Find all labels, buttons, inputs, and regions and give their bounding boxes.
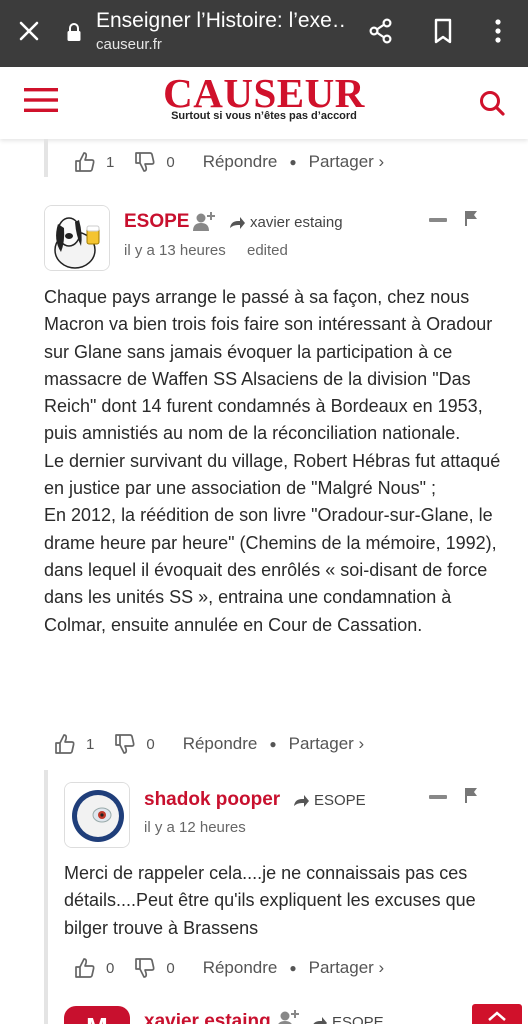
bookmark-icon[interactable] <box>428 16 458 46</box>
more-menu-icon[interactable] <box>483 16 513 46</box>
thread-line <box>44 139 48 177</box>
share-button[interactable]: Partager › <box>309 152 385 172</box>
avatar[interactable] <box>44 205 110 271</box>
flag-icon[interactable] <box>464 210 478 226</box>
dislike-count: 0 <box>166 153 175 171</box>
chevron-up-icon <box>488 1011 506 1021</box>
comment-paragraph: En 2012, la réédition de son livre "Orad… <box>44 505 497 635</box>
reply-button[interactable]: Répondre <box>203 152 278 172</box>
add-user-icon[interactable] <box>276 1008 300 1024</box>
comment-paragraph: Le dernier survivant du village, Robert … <box>44 450 501 499</box>
dog-avatar-image <box>45 206 109 270</box>
thumbs-down-icon[interactable] <box>134 957 156 979</box>
reply-arrow-icon <box>294 794 309 807</box>
search-icon[interactable] <box>478 89 506 117</box>
reply-to-name[interactable]: xavier estaing <box>250 214 343 231</box>
like-count: 1 <box>86 735 95 753</box>
avatar[interactable] <box>64 782 130 848</box>
share-button[interactable]: Partager › <box>289 734 365 754</box>
reply-to: ESOPE <box>310 1014 384 1024</box>
thumbs-up-icon[interactable] <box>74 957 96 979</box>
dislike-count: 0 <box>146 735 155 753</box>
edited-label: edited <box>247 242 288 259</box>
comment-timestamp[interactable]: il y a 13 heures <box>124 242 226 259</box>
close-icon[interactable] <box>14 16 44 46</box>
separator-dot: ● <box>269 737 277 751</box>
comment-body: Merci de rappeler cela....je ne connaiss… <box>64 860 504 942</box>
separator-dot: ● <box>289 155 297 169</box>
site-tagline: Surtout si vous n’êtes pas d’accord <box>171 110 357 122</box>
share-button[interactable]: Partager › <box>309 958 385 978</box>
comment-paragraph: Chaque pays arrange le passé à sa façon,… <box>44 287 493 444</box>
comment-actions: 1 0 Répondre ● Partager › <box>54 730 364 758</box>
reply-arrow-icon <box>313 1016 327 1024</box>
comment-actions: 1 0 Répondre ● Partager › <box>74 148 384 176</box>
add-user-icon[interactable] <box>192 210 216 232</box>
comment-body: Chaque pays arrange le passé à sa façon,… <box>44 284 504 639</box>
scroll-to-top-button[interactable] <box>472 1004 522 1024</box>
comment-timestamp[interactable]: il y a 12 heures <box>144 819 246 836</box>
page-domain: causeur.fr <box>96 36 162 53</box>
separator-dot: ● <box>289 961 297 975</box>
reply-button[interactable]: Répondre <box>183 734 258 754</box>
dislike-count: 0 <box>166 959 175 977</box>
collapse-icon[interactable] <box>429 218 447 222</box>
megaphone-avatar-image <box>65 783 129 847</box>
page-title: Enseigner l’Histoire: l’exe… <box>96 9 346 32</box>
comment-actions: 0 0 Répondre ● Partager › <box>74 954 384 982</box>
avatar-letter: M <box>86 1012 108 1024</box>
reply-to: xavier estaing <box>228 214 343 231</box>
thumbs-down-icon[interactable] <box>114 733 136 755</box>
collapse-icon[interactable] <box>429 795 447 799</box>
comment-author[interactable]: xavier estaing <box>144 1011 271 1024</box>
comment-paragraph: Merci de rappeler cela....je ne connaiss… <box>64 863 476 938</box>
browser-toolbar: Enseigner l’Histoire: l’exe… causeur.fr <box>0 0 528 67</box>
reply-to-name[interactable]: ESOPE <box>332 1014 384 1024</box>
like-count: 0 <box>106 959 115 977</box>
comment-author[interactable]: shadok pooper <box>144 789 280 811</box>
thumbs-down-icon[interactable] <box>134 151 156 173</box>
thumbs-up-icon[interactable] <box>74 151 96 173</box>
avatar[interactable]: M <box>64 1006 130 1024</box>
reply-to-name[interactable]: ESOPE <box>314 792 366 809</box>
thread-line <box>44 770 48 1024</box>
reply-button[interactable]: Répondre <box>203 958 278 978</box>
lock-icon <box>67 23 81 41</box>
site-header: CAUSEUR Surtout si vous n’êtes pas d’acc… <box>0 67 528 139</box>
like-count: 1 <box>106 153 115 171</box>
reply-to: ESOPE <box>292 792 366 809</box>
share-icon[interactable] <box>366 16 396 46</box>
comment-author[interactable]: ESOPE <box>124 211 189 233</box>
reply-arrow-icon <box>230 216 245 229</box>
thumbs-up-icon[interactable] <box>54 733 76 755</box>
flag-icon[interactable] <box>464 787 478 803</box>
